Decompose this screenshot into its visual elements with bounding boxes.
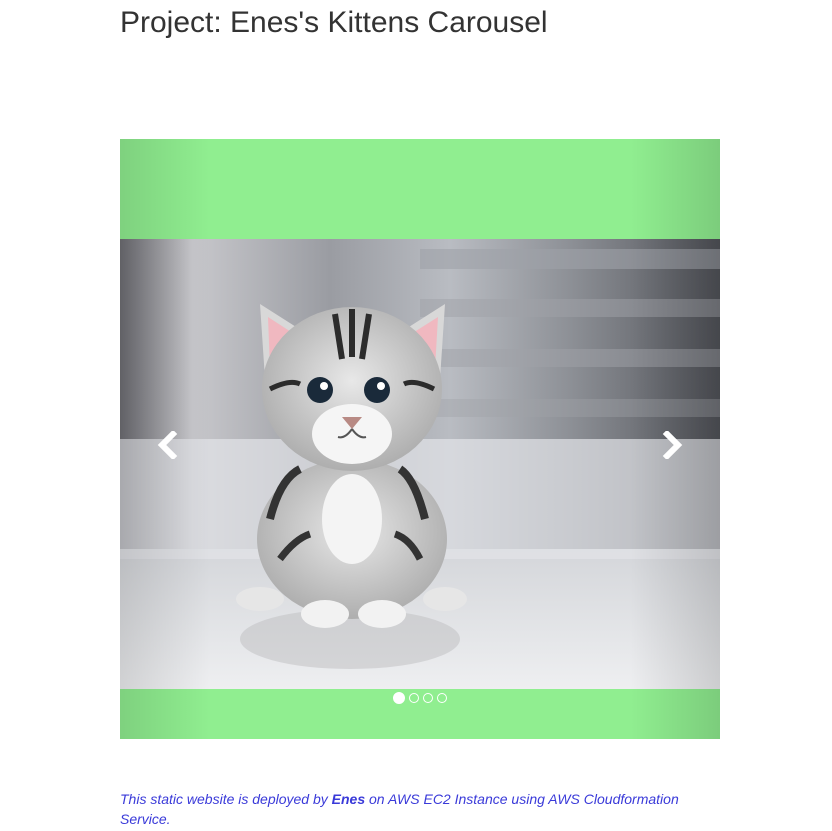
page-title: Project: Enes's Kittens Carousel bbox=[120, 6, 548, 39]
carousel-next-button[interactable] bbox=[630, 139, 720, 739]
carousel-indicator-4[interactable] bbox=[437, 693, 447, 703]
page: Project: Enes's Kittens Carousel This st… bbox=[0, 0, 832, 831]
carousel-indicator-2[interactable] bbox=[409, 693, 419, 703]
kittens-carousel bbox=[120, 139, 720, 739]
carousel-indicators bbox=[120, 691, 720, 705]
carousel-indicator-1[interactable] bbox=[393, 692, 405, 704]
footer-text-before: This static website is deployed by bbox=[120, 791, 332, 807]
carousel-indicator-3[interactable] bbox=[423, 693, 433, 703]
chevron-left-icon bbox=[157, 431, 178, 459]
carousel-prev-button[interactable] bbox=[120, 139, 210, 739]
footer-author: Enes bbox=[331, 791, 366, 807]
chevron-right-icon bbox=[662, 431, 683, 459]
footer-note: This static website is deployed by Enes … bbox=[120, 789, 720, 829]
